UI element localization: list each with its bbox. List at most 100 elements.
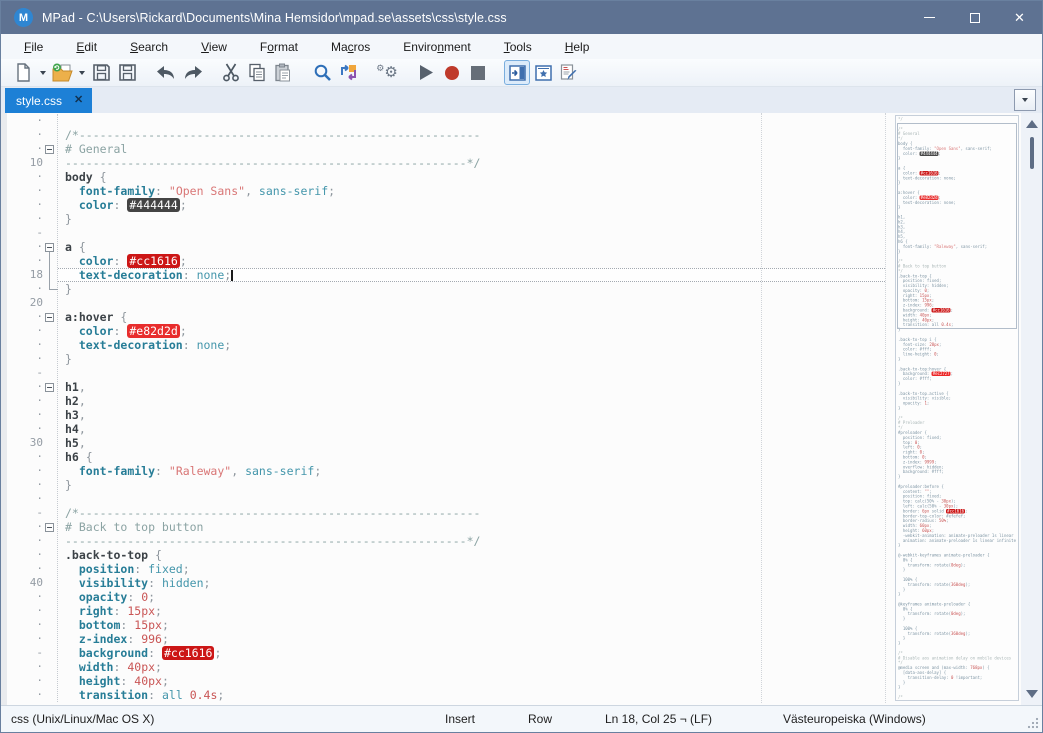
menu-view[interactable]: View: [190, 36, 238, 58]
gutter-line[interactable]: 20: [7, 296, 57, 310]
maximize-button[interactable]: [952, 1, 997, 34]
vertical-scrollbar[interactable]: [1021, 113, 1042, 705]
tab-style-css[interactable]: style.css ✕: [5, 88, 93, 113]
status-insert-mode[interactable]: Insert: [445, 712, 475, 726]
gutter-line[interactable]: ·: [7, 422, 57, 436]
gutter-line[interactable]: ·: [7, 380, 57, 394]
gutter-line[interactable]: ·: [7, 450, 57, 464]
gutter-line[interactable]: ·: [7, 128, 57, 142]
gutter-line[interactable]: ·: [7, 618, 57, 632]
resize-grip[interactable]: [1027, 717, 1039, 729]
gutter-line[interactable]: ·: [7, 408, 57, 422]
undo-button[interactable]: [153, 60, 179, 85]
preview-panel-button[interactable]: [530, 60, 556, 85]
gutter-line[interactable]: ·: [7, 394, 57, 408]
close-button[interactable]: ✕: [997, 1, 1042, 34]
menu-search[interactable]: Search: [119, 36, 179, 58]
gutter-line[interactable]: ·: [7, 674, 57, 688]
menu-help[interactable]: Help: [554, 36, 601, 58]
gutter-line[interactable]: -: [7, 226, 57, 240]
redo-button[interactable]: [179, 60, 205, 85]
gutter-line[interactable]: ·: [7, 660, 57, 674]
menu-format[interactable]: Format: [249, 36, 309, 58]
replace-button[interactable]: [335, 60, 361, 85]
gutter-line[interactable]: ·: [7, 184, 57, 198]
open-file-dropdown[interactable]: [75, 60, 88, 85]
dropdown-caret-icon: [78, 70, 85, 75]
fold-toggle-icon[interactable]: [45, 242, 54, 252]
gutter-line[interactable]: ·: [7, 324, 57, 338]
gutter-line[interactable]: ·: [7, 464, 57, 478]
gutter-line[interactable]: ·: [7, 310, 57, 324]
side-panel-toggle-button[interactable]: [504, 60, 530, 85]
gutter-line[interactable]: 30: [7, 436, 57, 450]
gutter[interactable]: · · · 10 · · · · - · · 18 · 20 · · · · - · · · · 30 · · · · - · · · · 40 ·…: [7, 114, 57, 702]
minimap-viewport-indicator[interactable]: [897, 123, 1017, 329]
edit-syntax-button[interactable]: [556, 60, 582, 85]
record-button[interactable]: [439, 60, 465, 85]
gutter-line[interactable]: ·: [7, 198, 57, 212]
new-file-button[interactable]: [10, 60, 36, 85]
text-caret: [231, 270, 233, 281]
macros-button[interactable]: ⚙⚙: [374, 60, 400, 85]
menu-tools[interactable]: Tools: [493, 36, 543, 58]
gutter-line[interactable]: ·: [7, 352, 57, 366]
minimap[interactable]: *//* # General */body { font-family: "Open…: [895, 115, 1019, 701]
side-panel-icon: [508, 64, 526, 81]
fold-toggle-icon[interactable]: [45, 144, 54, 154]
paste-icon: [275, 63, 290, 82]
gutter-line[interactable]: ·: [7, 534, 57, 548]
line-number: ·: [36, 212, 43, 225]
scroll-up-icon[interactable]: [1025, 120, 1038, 128]
gutter-line[interactable]: ·: [7, 338, 57, 352]
gutter-line[interactable]: ·: [7, 632, 57, 646]
gutter-line[interactable]: -: [7, 646, 57, 660]
gutter-line[interactable]: ·: [7, 478, 57, 492]
menu-macros[interactable]: Macros: [320, 36, 381, 58]
gutter-line[interactable]: 40: [7, 576, 57, 590]
fold-toggle-icon[interactable]: [45, 382, 54, 392]
copy-button[interactable]: [244, 60, 270, 85]
save-button[interactable]: [88, 60, 114, 85]
gutter-line[interactable]: -: [7, 506, 57, 520]
line-number: ·: [36, 254, 43, 267]
gutter-line[interactable]: ·: [7, 492, 57, 506]
gutter-line[interactable]: ·: [7, 562, 57, 576]
tab-close-icon[interactable]: ✕: [74, 95, 83, 106]
gutter-line[interactable]: ·: [7, 688, 57, 702]
paste-button[interactable]: [270, 60, 296, 85]
title-bar: M MPad - C:\Users\Rickard\Documents\Mina…: [1, 1, 1042, 34]
stop-button[interactable]: [465, 60, 491, 85]
gutter-line[interactable]: 10: [7, 156, 57, 170]
line-number: ·: [36, 352, 43, 365]
scroll-down-icon[interactable]: [1025, 690, 1038, 698]
status-selection-mode[interactable]: Row: [528, 712, 552, 726]
fold-toggle-icon[interactable]: [45, 312, 54, 322]
gutter-line[interactable]: ·: [7, 590, 57, 604]
status-doc-type[interactable]: css (Unix/Linux/Mac OS X): [11, 712, 154, 726]
gutter-line[interactable]: ·: [7, 548, 57, 562]
new-file-dropdown[interactable]: [36, 60, 49, 85]
menu-file[interactable]: File: [13, 36, 54, 58]
gutter-line[interactable]: ·: [7, 520, 57, 534]
fold-toggle-icon[interactable]: [45, 522, 54, 532]
find-button[interactable]: [309, 60, 335, 85]
line-number: ·: [36, 464, 43, 477]
gutter-line[interactable]: ·: [7, 142, 57, 156]
menu-environment[interactable]: Environment: [392, 36, 481, 58]
run-button[interactable]: [413, 60, 439, 85]
cut-button[interactable]: [218, 60, 244, 85]
gutter-line[interactable]: -: [7, 366, 57, 380]
status-encoding[interactable]: Västeuropeiska (Windows): [783, 712, 926, 726]
open-file-button[interactable]: [49, 60, 75, 85]
gutter-line[interactable]: ·: [7, 604, 57, 618]
menu-edit[interactable]: Edit: [65, 36, 108, 58]
gutter-line[interactable]: ·: [7, 212, 57, 226]
minimize-button[interactable]: [907, 1, 952, 34]
gutter-line[interactable]: ·: [7, 170, 57, 184]
tab-list-dropdown[interactable]: [1014, 89, 1036, 111]
status-cursor-position[interactable]: Ln 18, Col 25 ¬ (LF): [605, 712, 712, 726]
save-all-button[interactable]: [114, 60, 140, 85]
gutter-line[interactable]: ·: [7, 114, 57, 128]
scrollbar-thumb[interactable]: [1029, 137, 1034, 169]
